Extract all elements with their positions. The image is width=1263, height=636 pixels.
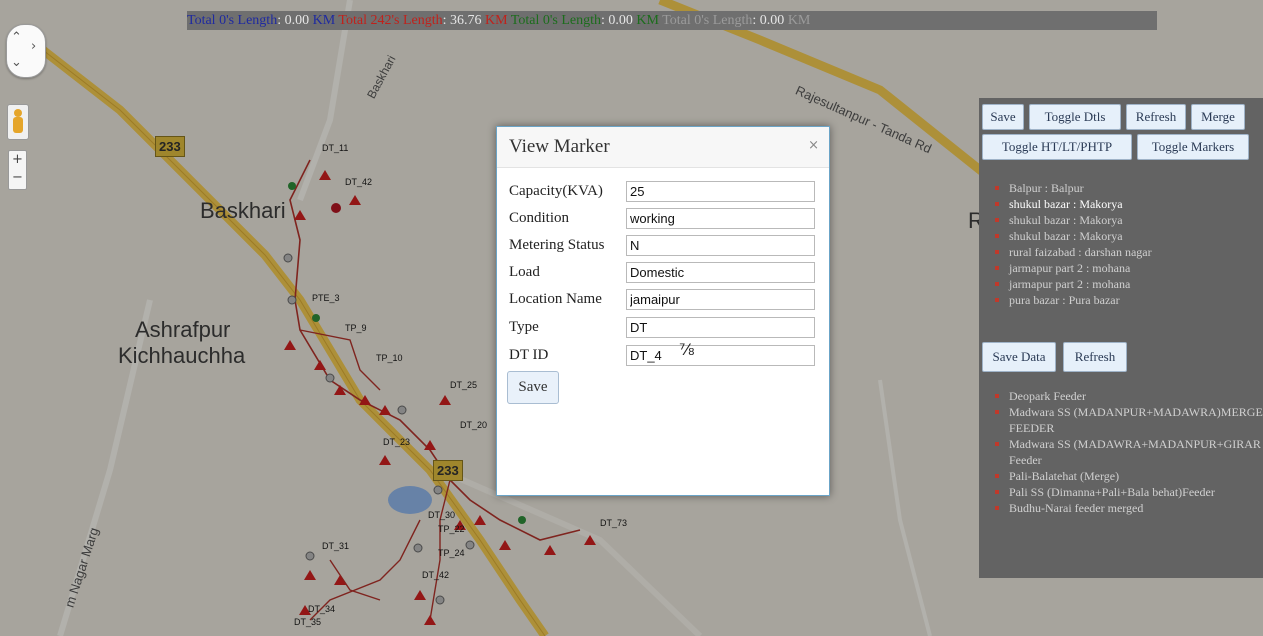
chevron-right-icon[interactable]: › (31, 39, 36, 54)
capacity-field: Capacity(KVA) (509, 181, 817, 203)
list-item[interactable]: jarmapur part 2 : mohana (993, 260, 1263, 276)
condition-field: Condition (509, 208, 817, 230)
save-button[interactable]: Save (507, 371, 559, 404)
list-item[interactable]: shukul bazar : Makorya (993, 196, 1263, 212)
length-segment: KM (485, 13, 508, 28)
list-item[interactable]: rural faizabad : darshan nagar (993, 244, 1263, 260)
length-segment: Total 0's Length (187, 13, 278, 28)
field-label: Load (509, 264, 540, 280)
toggle-details-button[interactable]: Toggle Dtls (1029, 104, 1121, 130)
location-name-input[interactable] (626, 289, 815, 310)
list-item[interactable]: shukul bazar : Makorya (993, 212, 1263, 228)
length-segment: : 0.00 (752, 13, 788, 28)
length-segment: Total 0's Length (658, 13, 753, 28)
chevron-up-icon[interactable]: ⌃ (11, 30, 22, 45)
length-segment: Total 242's Length (335, 13, 443, 28)
chevron-down-icon[interactable]: ⌄ (11, 55, 22, 70)
type-input[interactable] (626, 317, 815, 338)
field-label: Capacity(KVA) (509, 183, 603, 199)
list-item[interactable]: shukul bazar : Makorya (993, 228, 1263, 244)
length-segment: : 0.00 (601, 13, 637, 28)
dt-id-input[interactable] (626, 345, 815, 366)
load-input[interactable] (626, 262, 815, 283)
feeder-list-2: Deopark Feeder Madwara SS (MADANPUR+MADAW… (993, 388, 1263, 516)
right-panel: Save Toggle Dtls Refresh Merge Toggle HT… (979, 98, 1263, 578)
length-segment: Total 0's Length (507, 13, 602, 28)
zoom-in-button[interactable]: + (9, 151, 26, 169)
dialog-title: View Marker (509, 136, 610, 157)
zoom-control: + − (8, 150, 27, 190)
feeder-list-1: Balpur : Balpur shukul bazar : Makorya shu… (993, 180, 1263, 308)
street-view-pegman-icon[interactable] (7, 104, 29, 140)
save-data-button[interactable]: Save Data (982, 342, 1056, 372)
list-item[interactable]: pura bazar : Pura bazar (993, 292, 1263, 308)
close-icon[interactable]: × (808, 138, 819, 153)
refresh-button[interactable]: Refresh (1063, 342, 1127, 372)
pan-control[interactable]: ⌃ › ⌄ (6, 24, 46, 78)
list-item[interactable]: Budhu-Narai feeder merged (993, 500, 1263, 516)
field-label: Condition (509, 210, 570, 226)
list-item[interactable]: Balpur : Balpur (993, 180, 1263, 196)
length-segment: : 36.76 (442, 13, 485, 28)
field-label: Location Name (509, 291, 602, 307)
view-marker-dialog: View Marker × Capacity(KVA) Condition Me… (496, 126, 830, 496)
length-segment: KM (636, 13, 659, 28)
load-field: Load (509, 262, 817, 284)
type-field: Type (509, 317, 817, 339)
condition-input[interactable] (626, 208, 815, 229)
save-button[interactable]: Save (982, 104, 1024, 130)
text-cursor-icon: ⅞ (679, 340, 695, 359)
merge-button[interactable]: Merge (1191, 104, 1245, 130)
list-item[interactable]: Deopark Feeder (993, 388, 1263, 404)
toggle-ht-lt-phtp-button[interactable]: Toggle HT/LT/PHTP (982, 134, 1132, 160)
list-item[interactable]: Madwara SS (MADAWRA+MADANPUR+GIRAR Feede… (993, 436, 1263, 468)
metering-status-input[interactable] (626, 235, 815, 256)
field-label: DT ID (509, 347, 549, 363)
dt-id-field: DT ID (509, 345, 817, 367)
field-label: Metering Status (509, 237, 605, 253)
length-segment: : 0.00 (277, 13, 313, 28)
length-segment: KM (312, 13, 336, 28)
length-segment: KM (787, 13, 811, 28)
location-name-field: Location Name (509, 289, 817, 311)
field-label: Type (509, 319, 539, 335)
capacity-input[interactable] (626, 181, 815, 202)
list-item[interactable]: Pali SS (Dimanna+Pali+Bala behat)Feeder (993, 484, 1263, 500)
list-item[interactable]: Madwara SS (MADANPUR+MADAWRA)MERGE FEEDE… (993, 404, 1263, 436)
list-item[interactable]: Pali-Balatehat (Merge) (993, 468, 1263, 484)
dialog-header: View Marker × (497, 127, 829, 168)
length-summary-bar: Total 0's Length: 0.00 KM Total 242's Le… (187, 11, 1157, 30)
metering-status-field: Metering Status (509, 235, 817, 257)
toggle-markers-button[interactable]: Toggle Markers (1137, 134, 1249, 160)
refresh-button[interactable]: Refresh (1126, 104, 1186, 130)
zoom-out-button[interactable]: − (9, 169, 26, 187)
list-item[interactable]: jarmapur part 2 : mohana (993, 276, 1263, 292)
